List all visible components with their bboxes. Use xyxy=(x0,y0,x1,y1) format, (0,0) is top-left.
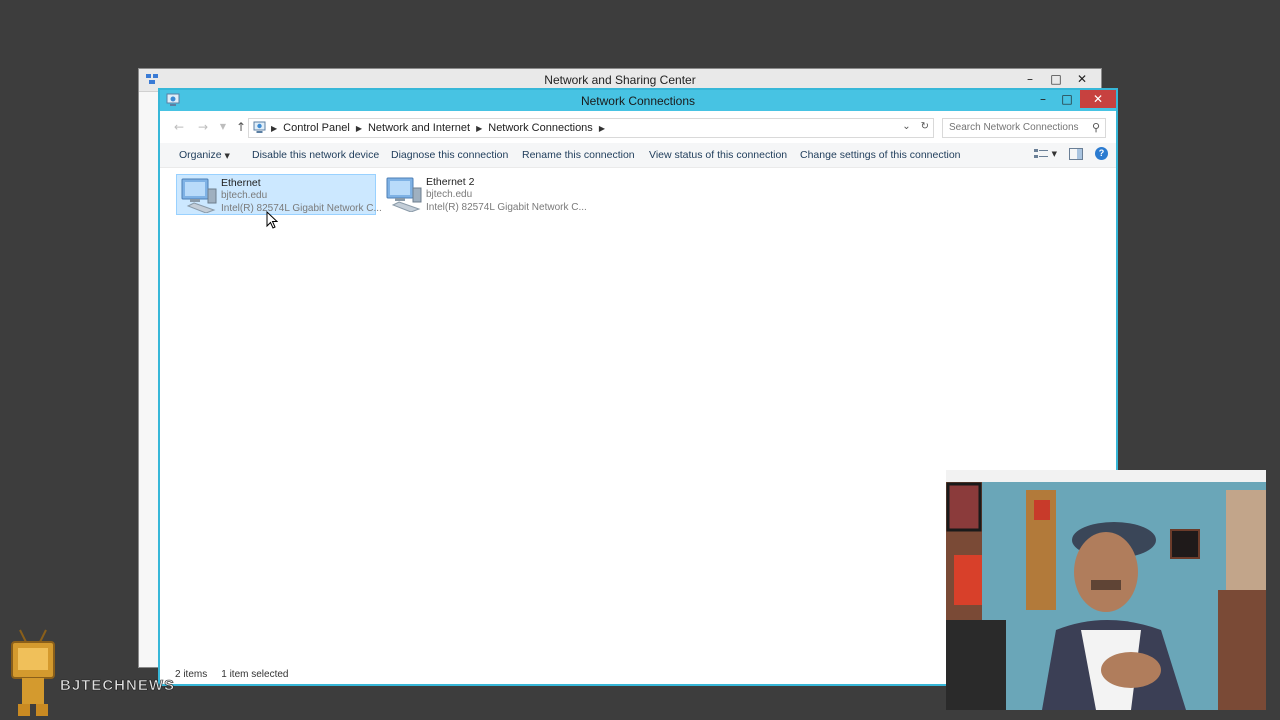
search-box[interactable]: ⚲ xyxy=(942,118,1106,138)
breadcrumb-network-connections[interactable]: Network Connections xyxy=(488,122,593,134)
search-input[interactable] xyxy=(943,119,1084,136)
organize-label: Organize xyxy=(179,149,222,161)
view-status-button[interactable]: View status of this connection xyxy=(649,149,787,161)
chevron-down-icon: ▼ xyxy=(224,152,230,160)
breadcrumb-separator[interactable]: ▶ xyxy=(599,124,605,133)
diagnose-button[interactable]: Diagnose this connection xyxy=(391,149,508,161)
connection-name: Ethernet xyxy=(221,177,261,189)
network-adapter-icon xyxy=(386,177,422,212)
forward-arrow-icon[interactable]: → xyxy=(194,120,212,136)
command-bar: Organize ▼ Disable this network device D… xyxy=(160,143,1116,168)
rename-button[interactable]: Rename this connection xyxy=(522,149,635,161)
view-options-button[interactable]: ▼ xyxy=(1033,148,1057,160)
address-bar[interactable]: ▶ Control Panel ▶ Network and Internet ▶… xyxy=(248,118,934,138)
disable-device-button[interactable]: Disable this network device xyxy=(252,149,379,161)
back-window-title: Network and Sharing Center xyxy=(544,73,696,87)
selection-count: 1 item selected xyxy=(221,669,289,680)
breadcrumb-separator[interactable]: ▶ xyxy=(476,124,482,133)
maximize-button[interactable]: □ xyxy=(1056,90,1078,108)
help-icon[interactable]: ? xyxy=(1095,147,1108,160)
refresh-icon[interactable]: ↻ xyxy=(921,121,929,132)
svg-text:BJTECHNEWS: BJTECHNEWS xyxy=(60,677,175,694)
breadcrumb-network-internet[interactable]: Network and Internet xyxy=(368,122,470,134)
minimize-button[interactable]: – xyxy=(1032,90,1054,108)
webcam-overlay xyxy=(946,470,1266,710)
chevron-down-icon: ▼ xyxy=(1051,149,1057,158)
change-settings-button[interactable]: Change settings of this connection xyxy=(800,149,961,161)
connection-domain: bjtech.edu xyxy=(221,190,268,201)
address-row: ← → ▼ ↑ ▶ Control Panel ▶ Network and In… xyxy=(160,116,1116,140)
channel-logo: BJTECHNEWS xyxy=(11,629,175,716)
front-window-title: Network Connections xyxy=(580,94,696,108)
back-close-button[interactable]: ✕ xyxy=(1071,71,1093,87)
preview-pane-icon[interactable] xyxy=(1069,147,1083,160)
connection-item-ethernet[interactable]: Ethernet bjtech.edu Intel(R) 82574L Giga… xyxy=(176,174,382,215)
back-arrow-icon[interactable]: ← xyxy=(170,120,188,136)
organize-button[interactable]: Organize ▼ xyxy=(179,149,230,161)
close-button[interactable]: ✕ xyxy=(1080,90,1116,108)
network-adapter-icon xyxy=(181,178,217,213)
breadcrumb-control-panel[interactable]: Control Panel xyxy=(283,122,350,134)
connection-item-ethernet-2[interactable]: Ethernet 2 bjtech.edu Intel(R) 82574L Gi… xyxy=(382,174,587,215)
breadcrumb-separator[interactable]: ▶ xyxy=(271,124,277,133)
mouse-cursor-icon xyxy=(266,211,278,229)
back-maximize-button[interactable]: □ xyxy=(1045,71,1067,87)
control-panel-icon xyxy=(253,121,266,133)
connection-adapter: Intel(R) 82574L Gigabit Network C... xyxy=(426,202,587,213)
front-window-titlebar[interactable]: Network Connections – □ ✕ xyxy=(160,90,1116,111)
back-minimize-button[interactable]: – xyxy=(1019,71,1041,87)
address-dropdown-icon[interactable]: ⌄ xyxy=(902,121,910,132)
connection-adapter: Intel(R) 82574L Gigabit Network C... xyxy=(221,203,382,214)
breadcrumb-separator[interactable]: ▶ xyxy=(356,124,362,133)
connection-name: Ethernet 2 xyxy=(426,176,475,188)
recent-locations-icon[interactable]: ▼ xyxy=(214,122,232,138)
connection-domain: bjtech.edu xyxy=(426,189,473,200)
search-icon[interactable]: ⚲ xyxy=(1092,121,1100,134)
view-options-icon xyxy=(1033,148,1048,158)
